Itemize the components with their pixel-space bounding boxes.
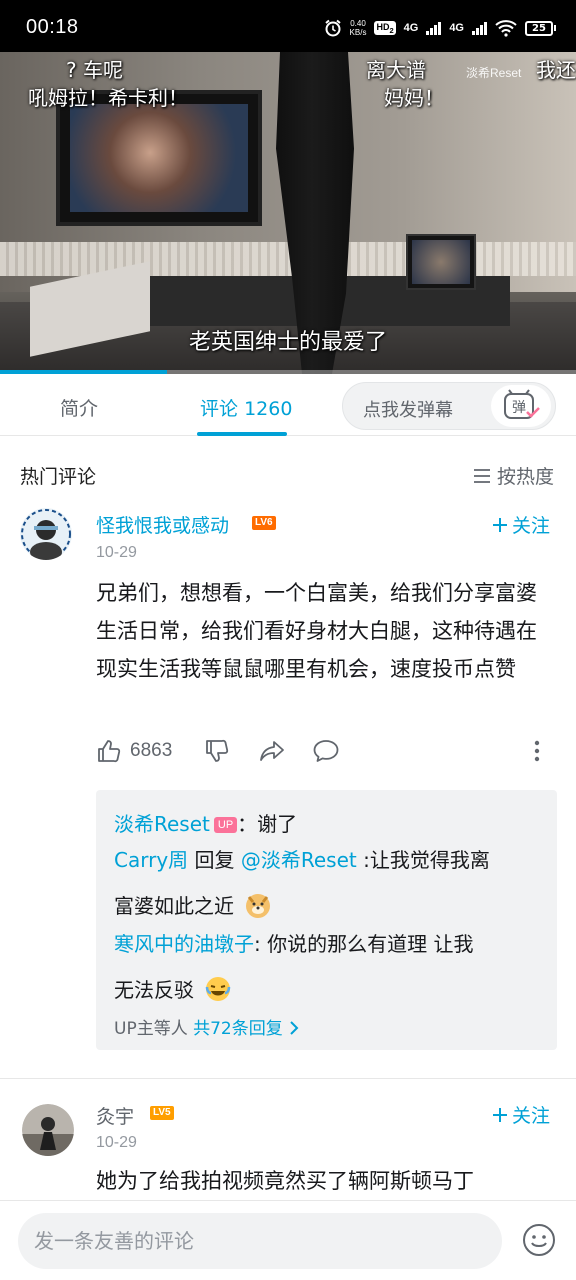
status-time: 00:18 [26,16,79,38]
plus-icon [492,517,507,532]
reply-item: 寒风中的油墩子: 你说的那么有道理 让我 [114,928,473,957]
comment-actions: 6863 [96,738,556,772]
danmaku-comment: 妈妈！ [384,86,444,110]
video-scene-light [0,242,576,276]
reply-username[interactable]: 寒风中的油墩子 [114,932,254,956]
thumbs-up-icon [98,740,121,763]
chevron-right-icon [290,1021,299,1035]
svg-text:弹: 弹 [512,400,526,416]
tab-bar: 简介 评论 1260 点我发弹幕 弹 [0,374,576,436]
hot-comments-title: 热门评论 [20,466,97,488]
danmaku-toggle-icon[interactable]: 弹 [491,385,551,427]
comment-input-bar [0,1200,576,1280]
user-level-badge: LV5 [150,1106,174,1120]
signal-1-icon [426,21,442,35]
reply-text: :让我觉得我离 [356,848,490,872]
video-subtitle: 老英国绅士的最爱了 [188,330,387,355]
status-bar: 00:18 0.40 KB/s HD2 4G 4G 25 [0,0,576,52]
danmaku-comment: 我还 [536,58,576,82]
reply-item: Carry周 回复 @淡希Reset :让我觉得我离 [114,844,490,873]
up-badge: UP [213,817,238,833]
avatar[interactable] [22,1104,74,1156]
sort-icon [473,468,490,483]
follow-button[interactable]: 关注 [492,1101,550,1128]
comment-input[interactable] [18,1213,502,1269]
danmaku-comment: 离大谱 [366,58,426,82]
tab-comments[interactable]: 评论 1260 [200,394,292,421]
follow-button[interactable]: 关注 [492,511,550,538]
send-danmaku-label: 点我发弹幕 [363,400,453,421]
reply-item-continuation: 富婆如此之近 [114,890,272,919]
reply-item-continuation: 无法反驳 [114,974,232,1003]
share-button[interactable] [258,738,286,764]
signal-2-label: 4G [449,22,464,34]
video-scene-small-tv [406,234,476,290]
reply-item: 淡希Reset UP ：谢了 [114,808,297,837]
emoji-picker-icon[interactable] [522,1223,556,1257]
signal-2-icon [472,21,487,35]
dislike-button[interactable] [204,738,230,764]
thumbs-down-icon [206,739,229,762]
like-count: 6863 [130,740,173,761]
plus-icon [492,1107,507,1122]
comment-text: 她为了给我拍视频竟然买了辆阿斯顿马丁 [96,1169,474,1193]
alarm-icon [324,19,341,37]
video-watermark: 淡希Reset [466,66,522,80]
reply-action: 回复 [188,848,241,872]
comment-username[interactable]: 灸宇 [96,1102,134,1129]
view-all-replies-link[interactable]: UP主等人 共72条回复 [114,1014,300,1039]
user-level-badge: LV6 [252,516,276,530]
sort-label: 按热度 [496,466,554,488]
wifi-icon [495,20,517,37]
follow-label: 关注 [511,1105,550,1127]
comment-date: 10-29 [96,1134,137,1151]
send-danmaku-button[interactable]: 点我发弹幕 弹 [342,382,556,430]
comment-date: 10-29 [96,544,137,561]
hd-voice-icon: HD2 [374,20,396,36]
reply-text: 富婆如此之近 [114,894,234,918]
reply-summary-prefix: UP主等人 [114,1019,188,1039]
more-options-button[interactable] [532,738,542,764]
avatar[interactable] [20,508,72,560]
reply-summary-count: 共72条回复 [193,1019,283,1039]
status-icons: 0.40 KB/s HD2 4G 4G 25 [324,16,556,40]
danmaku-comment: ? 车呢 [66,58,123,82]
tab-comments-label: 评论 [200,398,239,420]
comment-bubble-icon [313,740,339,762]
comment-text: 兄弟们，想想看，一个白富美，给我们分享富婆生活日常，给我们看好身材大白腿，这种待… [96,581,537,681]
signal-1-label: 4G [403,22,419,34]
reply-username[interactable]: 淡希Reset [114,812,210,836]
more-vertical-icon [534,740,540,762]
tab-intro[interactable]: 简介 [60,394,98,421]
follow-label: 关注 [511,515,550,537]
tab-comments-count: 1260 [244,398,293,420]
laugh-cry-emoji-icon [206,977,231,1001]
comment-divider [0,1078,576,1079]
like-button[interactable]: 6863 [96,738,172,764]
reply-text: ：谢了 [237,812,298,836]
reply-text: : 你说的那么有道理 让我 [254,932,474,956]
tab-active-indicator [197,432,287,436]
danmaku-comment: 吼姆拉！希卡利！ [28,86,188,110]
share-icon [260,741,284,761]
network-speed: 0.40 KB/s [349,19,367,37]
reply-mention[interactable]: @淡希Reset [241,848,357,872]
video-player[interactable]: ? 车呢 吼姆拉！希卡利！ 离大谱 妈妈！ 我还 淡希Reset 老英国绅士的最… [0,52,576,374]
reply-text: 无法反驳 [114,978,194,1002]
comment-username[interactable]: 怪我恨我或感动 [96,511,229,538]
reply-button[interactable] [312,738,340,764]
doge-emoji-icon [246,894,271,918]
battery-icon: 25 [525,20,556,36]
replies-preview[interactable]: 淡希Reset UP ：谢了 Carry周 回复 @淡希Reset :让我觉得我离 … [96,790,557,1050]
sort-button[interactable]: 按热度 [473,462,554,489]
reply-username[interactable]: Carry周 [114,848,188,872]
